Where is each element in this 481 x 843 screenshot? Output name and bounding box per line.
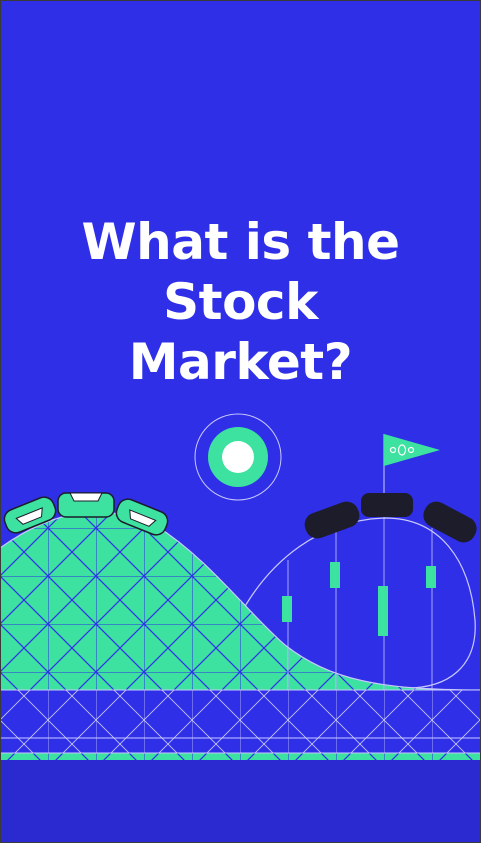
page-title: What is the Stock Market? [0, 212, 481, 392]
stock-market-illustration [0, 0, 481, 843]
trestle [0, 690, 481, 753]
title-line-2: Stock [163, 272, 318, 331]
title-line-1: What is the [81, 212, 400, 271]
title-line-3: Market? [128, 332, 353, 391]
story-frame: What is the Stock Market? [0, 0, 481, 843]
ground-band [0, 753, 481, 843]
